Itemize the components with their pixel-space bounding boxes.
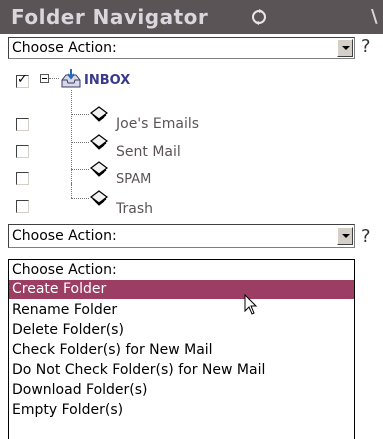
folder-label[interactable]: SPAM	[116, 172, 151, 187]
folder-label[interactable]: Sent Mail	[116, 144, 181, 160]
dropdown-option[interactable]: Delete Folder(s)	[9, 321, 354, 340]
checkbox-joes-emails[interactable]	[16, 118, 29, 131]
help-icon[interactable]: ?	[361, 228, 377, 246]
checkbox-inbox[interactable]	[16, 72, 29, 88]
tree-connector	[71, 169, 89, 170]
inbox-tray-icon	[60, 69, 82, 89]
help-icon[interactable]: ?	[361, 38, 377, 56]
chevron-down-icon[interactable]	[337, 39, 353, 57]
tree-spine	[71, 183, 72, 198]
panel-title: Folder Navigator	[11, 5, 209, 29]
dropdown-option[interactable]: Empty Folder(s)	[9, 401, 354, 420]
folder-row-sent-mail: Sent Mail	[0, 134, 360, 167]
dropdown-option[interactable]: Check Folder(s) for New Mail	[9, 341, 354, 360]
dropdown-option-selected[interactable]: Create Folder	[9, 280, 354, 299]
tree-connector	[71, 114, 89, 115]
folder-row-trash: Trash	[0, 183, 360, 223]
collapse-toggle-icon[interactable]	[40, 74, 49, 83]
folder-row-joes-emails: Joe's Emails	[0, 106, 360, 139]
folder-row-inbox: INBOX	[0, 66, 360, 94]
checkbox-trash[interactable]	[16, 200, 29, 213]
bottom-action-select[interactable]: Choose Action:	[8, 224, 355, 248]
folder-row-spam: SPAM	[0, 161, 360, 194]
folder-label[interactable]: INBOX	[84, 73, 130, 88]
tree-connector	[71, 142, 89, 143]
tree-connector	[49, 78, 59, 79]
action-dropdown-list: Choose Action: Create Folder Rename Fold…	[8, 259, 355, 439]
mouse-pointer-icon	[244, 293, 258, 316]
header-edge-glyph: \	[371, 6, 378, 27]
bottom-action-select-value: Choose Action:	[12, 228, 117, 244]
tree-connector	[71, 198, 89, 199]
dropdown-option[interactable]: Download Folder(s)	[9, 381, 354, 400]
folder-label[interactable]: Joe's Emails	[116, 116, 199, 132]
chevron-down-icon[interactable]	[337, 227, 353, 245]
dropdown-option[interactable]: Do Not Check Folder(s) for New Mail	[9, 361, 354, 380]
dropdown-option[interactable]: Rename Folder	[9, 301, 354, 320]
refresh-icon[interactable]	[250, 8, 268, 26]
folder-icon	[88, 105, 110, 125]
dropdown-option[interactable]: Choose Action:	[9, 261, 354, 280]
folder-label[interactable]: Trash	[116, 201, 153, 217]
checkbox-spam[interactable]	[16, 172, 29, 185]
checkbox-sent-mail[interactable]	[16, 145, 29, 158]
folder-navigator-panel: Folder Navigator \ Choose Action: ? ✓ IN…	[0, 0, 383, 439]
top-action-select[interactable]: Choose Action:	[8, 37, 355, 59]
folder-icon	[88, 160, 110, 180]
panel-header: Folder Navigator \	[0, 0, 383, 34]
top-action-select-value: Choose Action:	[12, 40, 117, 56]
folder-icon	[88, 189, 110, 209]
folder-icon	[88, 133, 110, 153]
